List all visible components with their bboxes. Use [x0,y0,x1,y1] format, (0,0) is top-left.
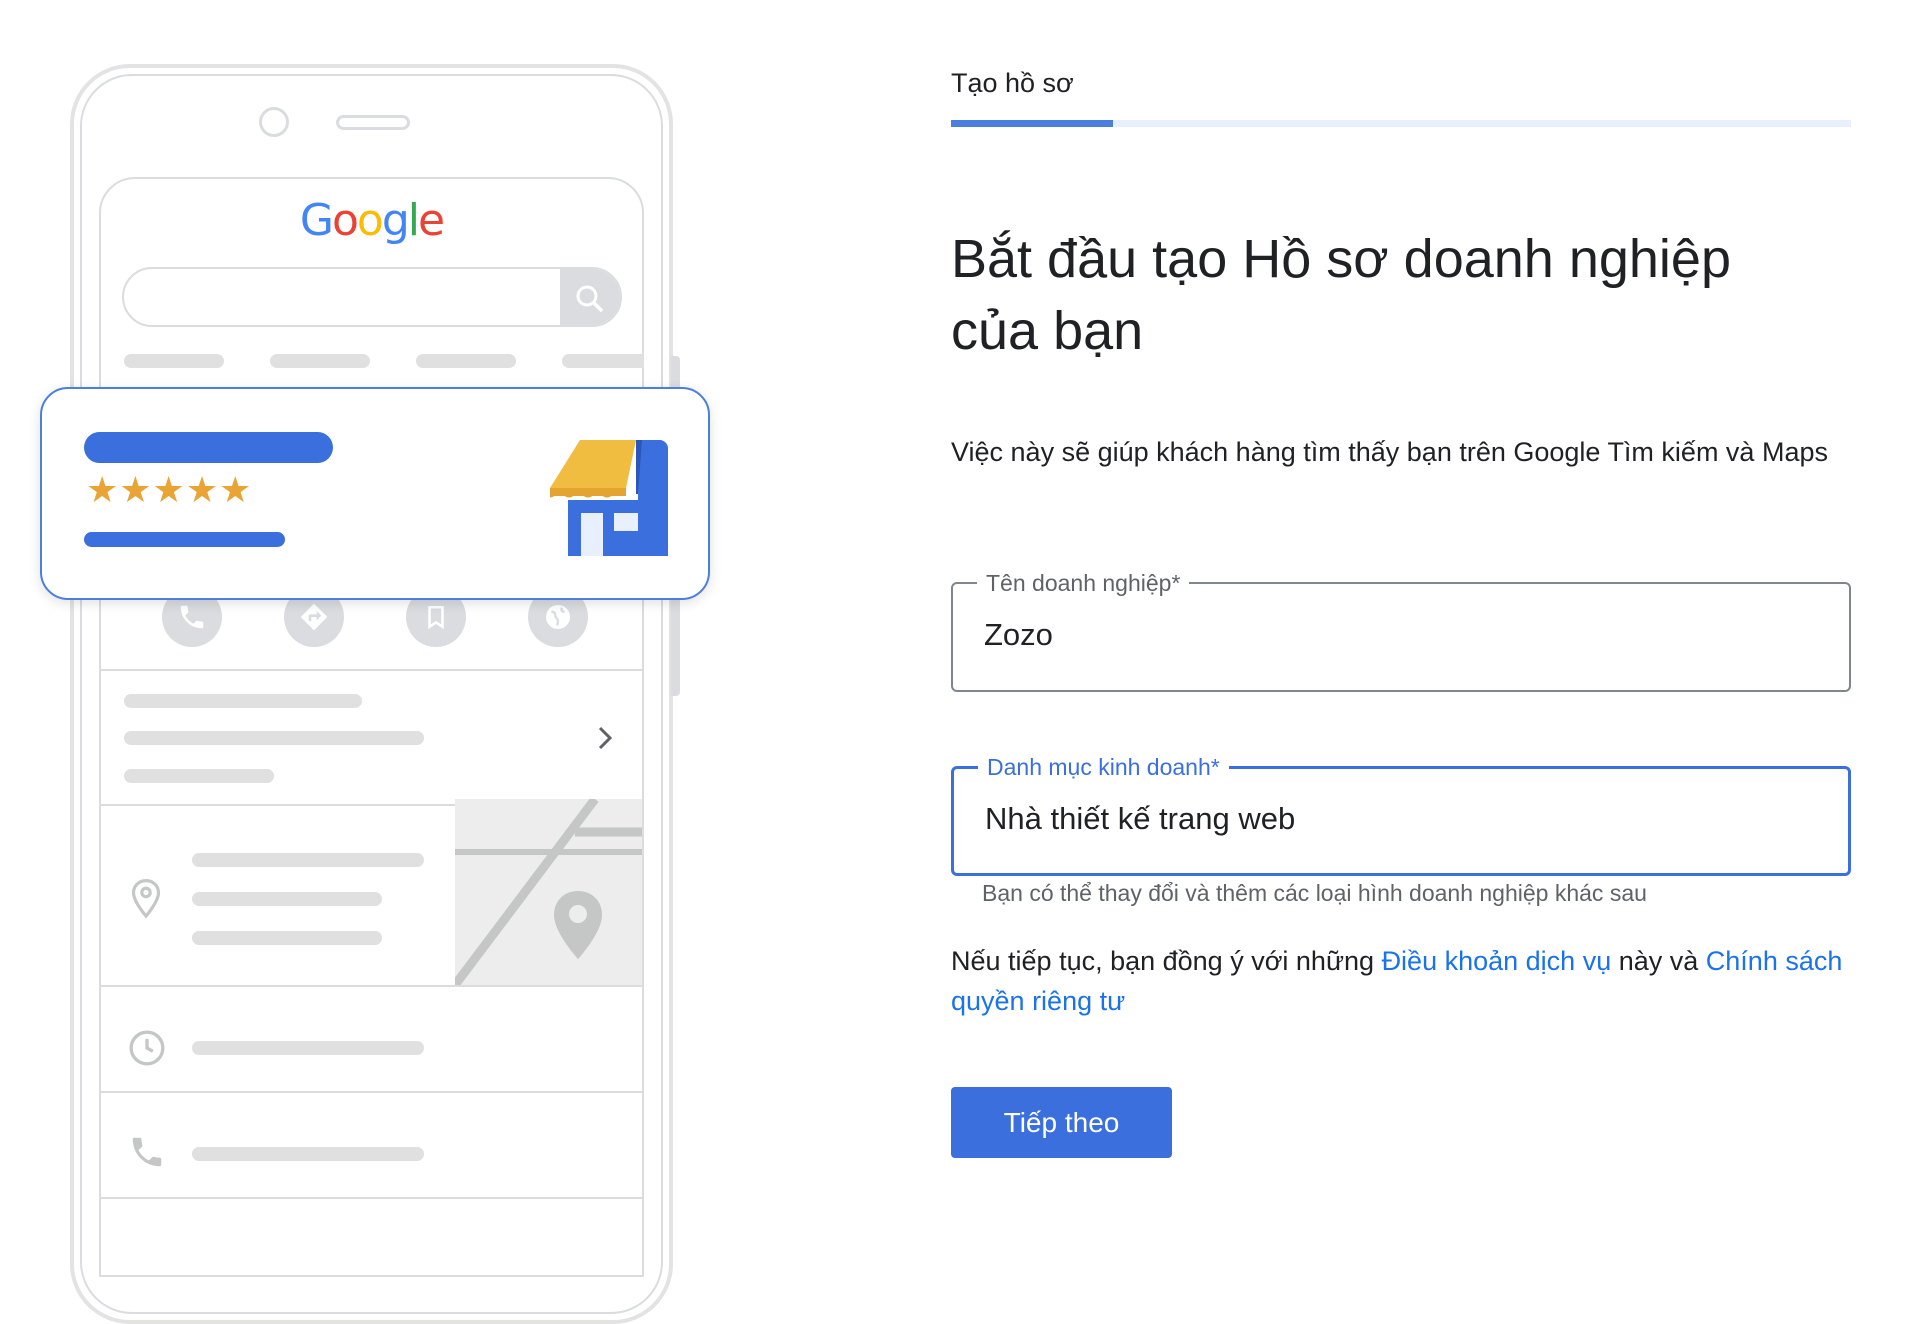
search-icon [576,285,603,312]
phone-speaker [336,115,410,130]
google-logo-letter: o [332,195,359,246]
google-logo-letter: G [299,195,334,246]
placeholder-line [192,931,382,945]
terms-text: Nếu tiếp tục, bạn đồng ý với những Điều … [951,941,1851,1021]
placeholder-line [192,892,382,906]
phone-divider [101,1091,642,1093]
phone-divider [101,985,642,987]
storefront-icon [549,440,668,556]
phone-icon [132,1137,162,1167]
placeholder-line [124,731,424,745]
business-category-field[interactable]: Danh mục kinh doanh* Nhà thiết kế trang … [951,752,1851,876]
placeholder-line [192,853,424,867]
google-logo-letter: g [381,195,410,246]
placeholder-tab [416,354,516,368]
heading-line-1: Bắt đầu tạo Hồ sơ doanh nghiệp [951,229,1731,289]
card-title-placeholder [84,432,333,463]
business-name-input[interactable]: Zozo [984,582,1053,688]
chevron-right-icon [598,726,613,750]
next-button[interactable]: Tiếp theo [951,1087,1172,1158]
google-logo: Google [0,195,743,246]
google-logo-text: Google [299,195,445,246]
terms-middle: này và [1611,946,1706,976]
phone-divider [101,1197,642,1199]
page-heading: Bắt đầu tạo Hồ sơ doanh nghiệp của bạn [951,223,1851,367]
placeholder-line [192,1147,424,1161]
phone-screen [99,177,644,1277]
placeholder-line [124,769,274,783]
progress-bar-fill [951,120,1113,127]
location-pin-icon [131,879,161,919]
category-helper-text: Bạn có thể thay đổi và thêm các loại hìn… [982,880,1647,906]
google-logo-letter: e [418,195,445,246]
terms-prefix: Nếu tiếp tục, bạn đồng ý với những [951,946,1382,976]
phone-camera-icon [259,107,289,137]
phone-search-button [560,269,620,325]
clock-icon [129,1030,165,1066]
phone-divider [101,669,642,671]
google-logo-letter: o [356,195,384,246]
card-subtitle-placeholder [84,532,285,547]
rating-stars-icon: ★★★★★ [86,469,253,510]
heading-line-2: của bạn [951,301,1144,361]
page-description: Việc này sẽ giúp khách hàng tìm thấy bạn… [951,437,1828,467]
placeholder-tab [124,354,224,368]
placeholder-line [124,694,362,708]
step-label: Tạo hồ sơ [951,68,1074,98]
map-thumbnail [455,799,642,985]
placeholder-line [192,1041,424,1055]
terms-of-service-link[interactable]: Điều khoản dịch vụ [1382,946,1612,976]
google-logo-letter: l [407,195,420,246]
placeholder-tab [270,354,370,368]
business-name-field[interactable]: Tên doanh nghiệp* Zozo [951,568,1851,692]
placeholder-tab [562,354,644,368]
phone-search-bar [122,267,622,327]
business-category-input[interactable]: Nhà thiết kế trang web [985,767,1295,871]
